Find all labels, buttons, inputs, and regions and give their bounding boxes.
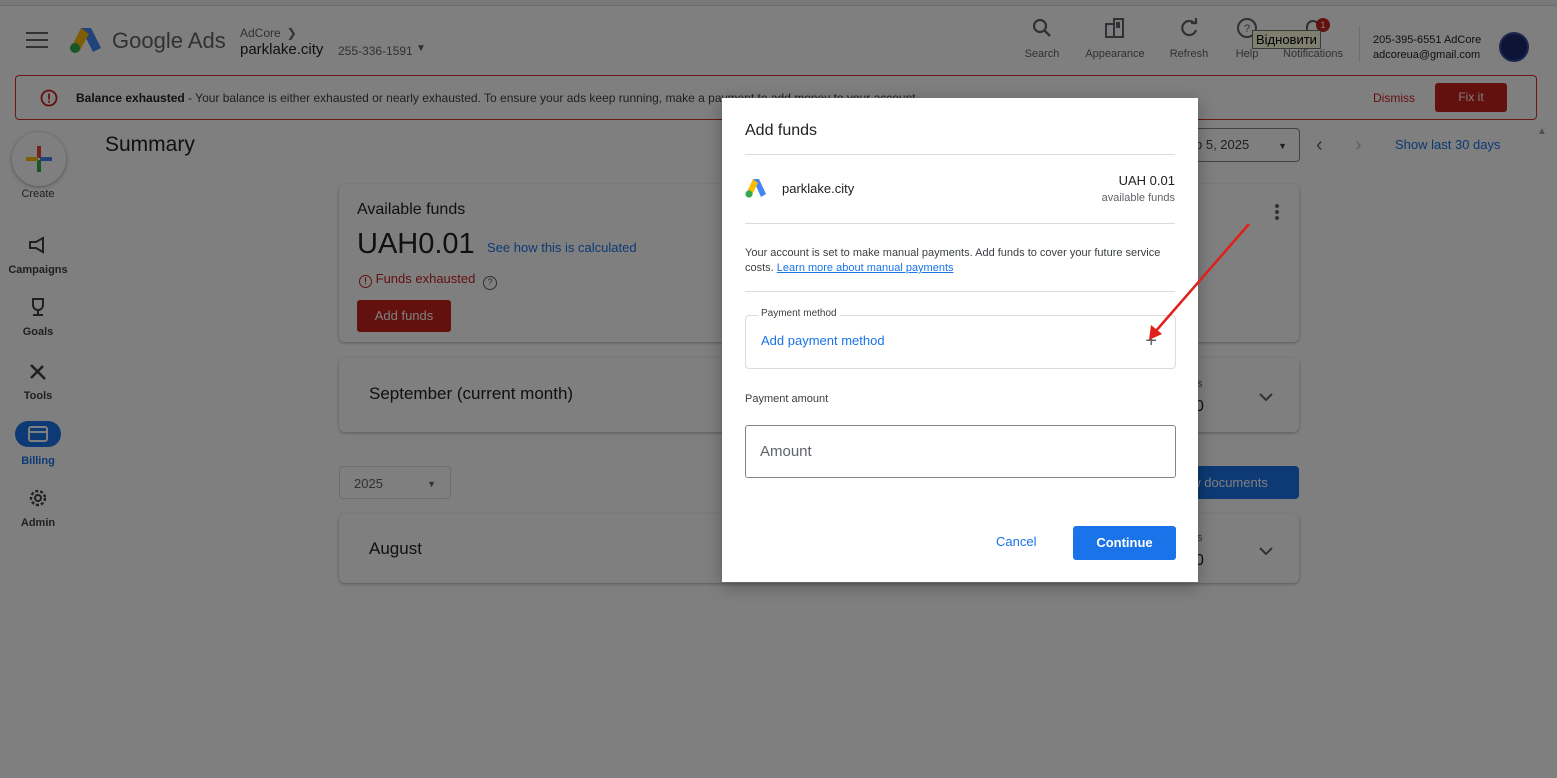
learn-more-link[interactable]: Learn more about manual payments [777,262,954,274]
google-ads-page: Google Ads AdCore❯ parklake.city 255-336… [0,0,1557,778]
amount-input[interactable] [745,425,1176,478]
add-funds-dialog: Add funds parklake.city UAH 0.01 availab… [722,98,1198,582]
divider [745,223,1175,224]
payment-method-legend: Payment method [758,308,840,319]
continue-button[interactable]: Continue [1073,526,1176,560]
add-payment-method-link[interactable]: Add payment method [761,333,885,348]
dialog-balance: UAH 0.01 [1118,173,1175,188]
divider [745,154,1175,155]
google-ads-logo [745,179,766,198]
dialog-account-name: parklake.city [782,181,855,196]
dialog-balance-label: available funds [1101,192,1175,204]
divider [745,291,1175,292]
plus-icon[interactable]: + [1145,331,1157,351]
dialog-title: Add funds [745,122,818,139]
payment-method-field[interactable]: Payment method Add payment method + [745,308,1176,369]
payment-amount-label: Payment amount [745,393,829,405]
cancel-button[interactable]: Cancel [996,534,1036,549]
manual-payments-info: Your account is set to make manual payme… [745,246,1175,276]
